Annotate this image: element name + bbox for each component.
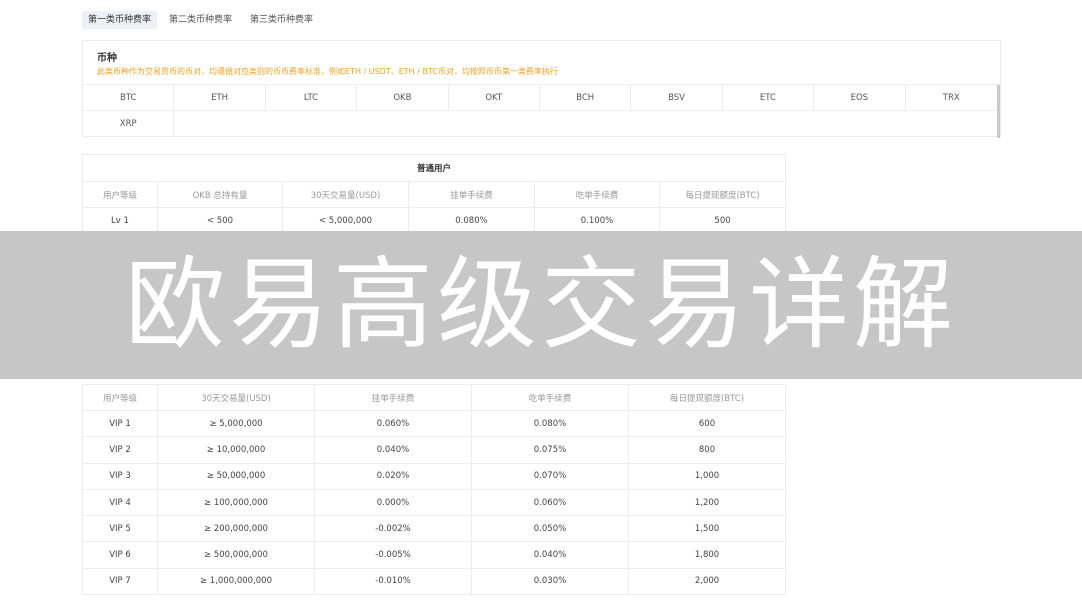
- fee-tabs: 第一类币种费率 第二类币种费率 第三类币种费率: [82, 11, 319, 29]
- coin-cell: OKB: [357, 85, 449, 111]
- table-cell: Lv 1: [82, 207, 158, 234]
- coin-cell: ETH: [174, 85, 266, 111]
- coin-panel: 币种 此类币种作为交易货币的币对，均遵循对应类别的币币费率标准，例如ETH / …: [82, 40, 1001, 138]
- column-header: 用户等级: [82, 181, 158, 208]
- coin-panel-note: 此类币种作为交易货币的币对，均遵循对应类别的币币费率标准，例如ETH / USD…: [97, 67, 558, 76]
- title-banner: 欧易高级交易详解: [0, 231, 1082, 379]
- coin-grid-scrollbar[interactable]: [997, 85, 1000, 138]
- coin-cell: BTC: [83, 85, 175, 111]
- coin-row: XRP: [83, 111, 1000, 137]
- table-row: VIP 4 ≥ 100,000,000 0.000% 0.060% 1,200: [82, 488, 786, 517]
- tab-class-1[interactable]: 第一类币种费率: [82, 11, 158, 29]
- coin-grid: BTC ETH LTC OKB OKT BCH BSV ETC EOS TRX …: [83, 84, 1000, 138]
- column-header: 用户等级: [82, 384, 158, 411]
- column-header: OKB 总持有量: [157, 181, 283, 208]
- table-cell: 0.070%: [471, 462, 629, 490]
- table-cell: 1,800: [628, 541, 786, 569]
- table-cell: 0.050%: [471, 515, 629, 543]
- column-header: 挂单手续费: [314, 384, 472, 411]
- normal-user-fee-table: 普通用户 用户等级 OKB 总持有量 30天交易量(USD) 挂单手续费 吃单手…: [81, 154, 787, 234]
- table-cell: ≥ 50,000,000: [157, 462, 315, 490]
- table-cell: VIP 5: [82, 515, 158, 543]
- table-cell: 0.040%: [314, 436, 472, 464]
- normal-table-caption: 普通用户: [81, 154, 787, 182]
- column-header: 30天交易量(USD): [282, 181, 409, 208]
- coin-cell: BSV: [631, 85, 723, 111]
- table-cell: ≥ 200,000,000: [157, 515, 315, 543]
- table-row: VIP 3 ≥ 50,000,000 0.020% 0.070% 1,000: [82, 462, 786, 490]
- table-cell: ≥ 5,000,000: [157, 409, 315, 438]
- table-cell: VIP 1: [82, 409, 158, 438]
- table-cell: 1,200: [628, 488, 786, 517]
- coin-row: BTC ETH LTC OKB OKT BCH BSV ETC EOS TRX: [83, 85, 1000, 111]
- table-cell: -0.010%: [314, 567, 472, 596]
- table-row: VIP 6 ≥ 500,000,000 -0.005% 0.040% 1,800: [82, 541, 786, 569]
- table-row: Lv 1 < 500 < 5,000,000 0.080% 0.100% 500: [82, 207, 787, 234]
- table-cell: 800: [628, 436, 786, 464]
- table-cell: 1,500: [628, 515, 786, 543]
- column-header: 挂单手续费: [408, 181, 535, 208]
- table-cell: 1,000: [628, 462, 786, 490]
- table-cell: 0.020%: [314, 462, 472, 490]
- table-cell: < 500: [157, 207, 283, 234]
- coin-cell: BCH: [540, 85, 632, 111]
- banner-title: 欧易高级交易详解: [125, 246, 957, 363]
- table-cell: 0.060%: [471, 488, 629, 517]
- table-cell: VIP 6: [82, 541, 158, 569]
- table-cell: 0.080%: [471, 409, 629, 438]
- table-cell: 0.000%: [314, 488, 472, 517]
- coin-cell: XRP: [83, 111, 175, 137]
- table-cell: 2,000: [628, 567, 786, 596]
- column-header: 每日提现额度(BTC): [628, 384, 786, 411]
- table-cell: 0.040%: [471, 541, 629, 569]
- table-cell: ≥ 1,000,000,000: [157, 567, 315, 596]
- tab-class-3[interactable]: 第三类币种费率: [244, 11, 319, 29]
- column-header: 吃单手续费: [471, 384, 629, 411]
- table-cell: ≥ 500,000,000: [157, 541, 315, 569]
- coin-cell: TRX: [942, 93, 960, 103]
- table-cell: VIP 7: [82, 567, 158, 596]
- table-row: VIP 2 ≥ 10,000,000 0.040% 0.075% 800: [82, 436, 786, 464]
- table-row: VIP 1 ≥ 5,000,000 0.060% 0.080% 600: [82, 409, 786, 438]
- table-header-row: 用户等级 30天交易量(USD) 挂单手续费 吃单手续费 每日提现额度(BTC): [82, 384, 786, 411]
- table-cell: 0.075%: [471, 436, 629, 464]
- table-cell: -0.002%: [314, 515, 472, 543]
- tab-class-2[interactable]: 第二类币种费率: [163, 11, 238, 29]
- vip-user-fee-table: 用户等级 30天交易量(USD) 挂单手续费 吃单手续费 每日提现额度(BTC)…: [82, 384, 786, 596]
- table-row: VIP 5 ≥ 200,000,000 -0.002% 0.050% 1,500: [82, 515, 786, 543]
- table-cell: ≥ 10,000,000: [157, 436, 315, 464]
- table-cell: VIP 2: [82, 436, 158, 464]
- column-header: 吃单手续费: [534, 181, 660, 208]
- table-cell: ≥ 100,000,000: [157, 488, 315, 517]
- column-header: 每日提现额度(BTC): [658, 181, 787, 208]
- table-cell: 0.060%: [314, 409, 472, 438]
- table-cell: < 5,000,000: [282, 207, 409, 234]
- table-cell: 0.030%: [471, 567, 629, 596]
- table-cell: VIP 4: [82, 488, 158, 517]
- coin-cell-empty: [174, 111, 1000, 137]
- coin-panel-title: 币种: [97, 53, 117, 64]
- coin-cell: LTC: [266, 85, 358, 111]
- table-cell: 600: [628, 409, 786, 438]
- table-cell: VIP 3: [82, 462, 158, 490]
- table-cell: -0.005%: [314, 541, 472, 569]
- coin-cell: OKT: [449, 85, 540, 111]
- table-row: VIP 7 ≥ 1,000,000,000 -0.010% 0.030% 2,0…: [82, 567, 786, 596]
- coin-cell: ETC: [723, 85, 815, 111]
- table-cell: 0.080%: [408, 207, 535, 234]
- table-header-row: 用户等级 OKB 总持有量 30天交易量(USD) 挂单手续费 吃单手续费 每日…: [82, 181, 787, 208]
- coin-cell: EOS: [814, 85, 906, 111]
- column-header: 30天交易量(USD): [157, 384, 315, 411]
- table-cell: 500: [658, 207, 787, 234]
- table-cell: 0.100%: [534, 207, 660, 234]
